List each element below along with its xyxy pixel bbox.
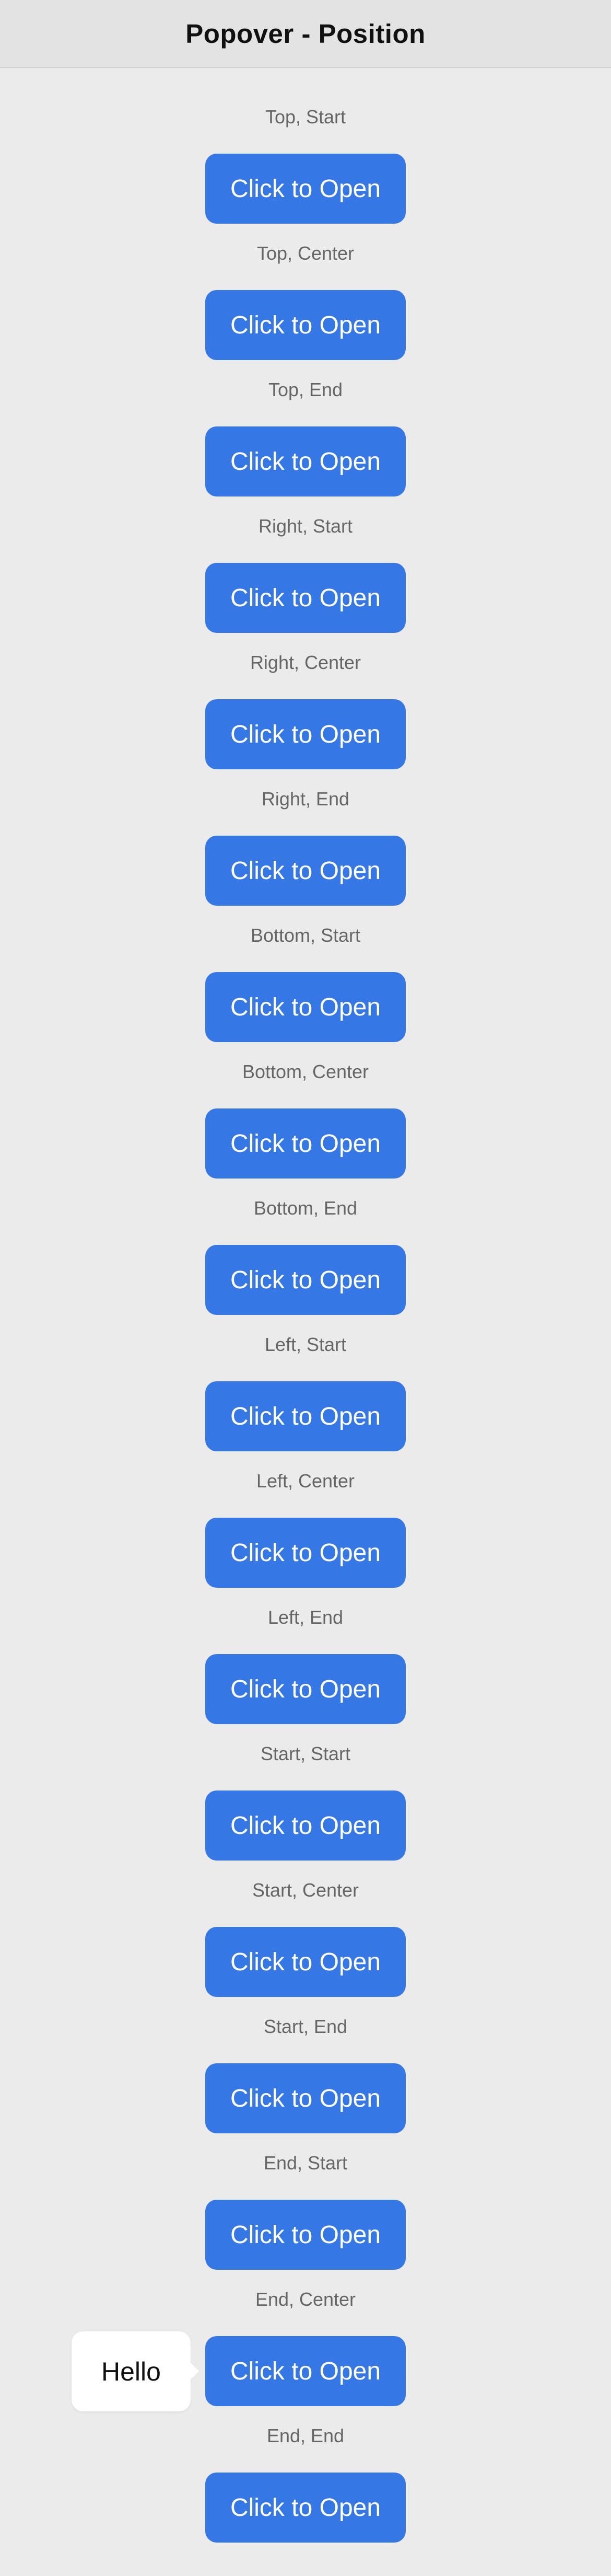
position-label: Start, End xyxy=(263,2016,348,2037)
position-example: Top, Start Click to Open xyxy=(0,68,611,224)
hello-popover: Hello xyxy=(72,2331,199,2411)
position-label: Start, Start xyxy=(260,1743,351,1764)
position-label: End, Center xyxy=(255,2289,356,2310)
position-example: Bottom, Start Click to Open xyxy=(0,886,611,1042)
position-example: Right, Center Click to Open xyxy=(0,614,611,769)
position-example: Top, Center Click to Open xyxy=(0,204,611,360)
popover-text: Hello xyxy=(101,2356,161,2386)
position-example: Right, Start Click to Open xyxy=(0,477,611,633)
position-label: Top, End xyxy=(268,379,343,400)
position-example: Left, Center Click to Open xyxy=(0,1432,611,1588)
position-example: End, Start Click to Open xyxy=(0,2114,611,2270)
popover-position-list[interactable]: Top, Start Click to Open Top, Center Click … xyxy=(0,68,611,2576)
position-label: Left, Center xyxy=(256,1470,355,1492)
position-label: Top, Center xyxy=(256,242,355,264)
position-example: Top, End Click to Open xyxy=(0,341,611,496)
position-example: Start, Center Click to Open xyxy=(0,1841,611,1997)
position-label: End, Start xyxy=(263,2152,348,2174)
position-label: Bottom, End xyxy=(253,1197,358,1219)
position-label: Bottom, Start xyxy=(250,925,361,946)
position-label: Left, End xyxy=(267,1607,344,1628)
position-example: Start, End Click to Open xyxy=(0,1978,611,2133)
position-example: Bottom, Center Click to Open xyxy=(0,1023,611,1179)
position-example: Right, End Click to Open xyxy=(0,750,611,906)
position-example: Bottom, End Click to Open xyxy=(0,1159,611,1315)
position-label: Top, Start xyxy=(265,106,346,128)
position-example: Left, End Click to Open xyxy=(0,1568,611,1724)
position-example: Start, Start Click to Open xyxy=(0,1705,611,1861)
open-popover-button[interactable]: Click to Open xyxy=(205,2473,406,2543)
position-label: Right, Center xyxy=(250,652,361,673)
position-label: Right, Start xyxy=(258,515,353,537)
position-label: End, End xyxy=(266,2425,345,2446)
navigation-header: Popover - Position xyxy=(0,0,611,68)
popover-arrow-icon xyxy=(191,2363,199,2379)
page-title: Popover - Position xyxy=(185,18,426,49)
position-example: Left, Start Click to Open xyxy=(0,1296,611,1451)
position-label: Right, End xyxy=(261,788,350,810)
position-label: Bottom, Center xyxy=(242,1061,369,1082)
position-label: Left, Start xyxy=(264,1334,347,1355)
position-label: Start, Center xyxy=(252,1879,359,1901)
